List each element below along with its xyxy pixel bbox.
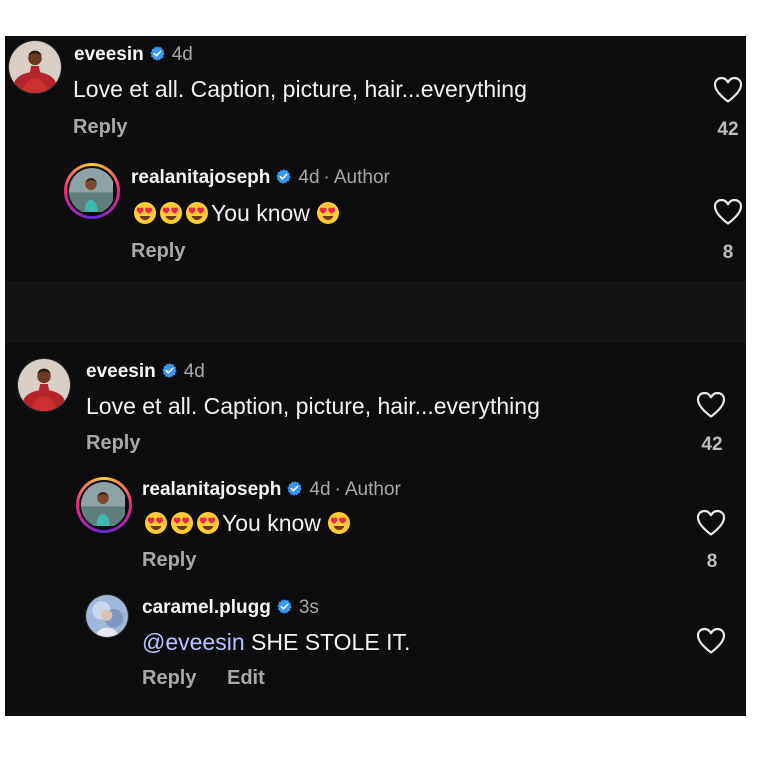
edit-button[interactable]: Edit xyxy=(227,667,265,690)
comment-header: caramel.plugg 3s xyxy=(142,597,319,619)
timestamp: 3s xyxy=(298,597,319,618)
verified-badge-icon xyxy=(161,362,178,379)
comment-thread-bottom: eveesin 4d Love et all. Caption, picture,… xyxy=(5,343,746,716)
avatar[interactable] xyxy=(8,40,62,94)
mention-link[interactable]: @eveesin xyxy=(142,629,245,655)
heart-eyes-emoji xyxy=(144,511,168,535)
verified-badge-icon xyxy=(275,168,292,185)
comment-header: realanitajoseph 4d · Author xyxy=(142,479,401,500)
reply-button[interactable]: Reply xyxy=(131,240,185,263)
comment-text: You know xyxy=(133,200,342,227)
heart-outline-icon[interactable] xyxy=(696,391,726,419)
comment-text-body: SHE STOLE IT. xyxy=(251,629,411,655)
author-label: Author xyxy=(333,167,390,188)
avatar-image xyxy=(69,168,113,212)
avatar[interactable] xyxy=(17,358,71,412)
comment-text: Love et all. Caption, picture, hair...ev… xyxy=(86,393,540,419)
comment-header: realanitajoseph 4d · Author xyxy=(131,167,390,188)
comment-header: eveesin 4d xyxy=(74,44,193,66)
like-count[interactable]: 42 xyxy=(692,434,732,456)
heart-eyes-emoji xyxy=(185,201,209,225)
reply-button[interactable]: Reply xyxy=(73,116,127,139)
timestamp: 4d xyxy=(183,361,205,382)
username[interactable]: eveesin xyxy=(86,361,156,382)
heart-outline-icon[interactable] xyxy=(696,509,726,537)
reply-button[interactable]: Reply xyxy=(142,549,196,572)
comment-text-body: You know xyxy=(222,510,321,536)
avatar-image xyxy=(9,41,61,93)
heart-eyes-emoji xyxy=(327,511,351,535)
username[interactable]: realanitajoseph xyxy=(131,167,270,188)
comment-header: eveesin 4d xyxy=(86,361,205,383)
heart-eyes-emoji xyxy=(170,511,194,535)
heart-outline-icon[interactable] xyxy=(713,76,743,104)
verified-badge-icon xyxy=(276,598,293,615)
avatar[interactable] xyxy=(76,477,132,533)
avatar[interactable] xyxy=(85,594,129,638)
comment-text: @eveesin SHE STOLE IT. xyxy=(142,629,410,656)
username[interactable]: realanitajoseph xyxy=(142,479,281,500)
timestamp: 4d xyxy=(298,167,320,188)
avatar-image xyxy=(86,595,128,637)
like-count[interactable]: 8 xyxy=(708,242,748,264)
heart-eyes-emoji xyxy=(196,511,220,535)
timestamp: 4d xyxy=(171,44,193,65)
heart-eyes-emoji xyxy=(159,201,183,225)
heart-outline-icon[interactable] xyxy=(713,198,743,226)
divider-band xyxy=(5,281,746,343)
author-label: Author xyxy=(344,479,401,500)
comment-text-body: You know xyxy=(211,200,310,226)
comment-text: Love et all. Caption, picture, hair...ev… xyxy=(73,76,527,102)
comment-thread-top: eveesin 4d Love et all. Caption, picture,… xyxy=(5,36,746,281)
like-count[interactable]: 8 xyxy=(692,551,732,573)
username[interactable]: caramel.plugg xyxy=(142,597,271,618)
comment-text: You know xyxy=(144,510,353,537)
timestamp: 4d xyxy=(309,479,331,500)
avatar-image xyxy=(18,359,70,411)
avatar-image xyxy=(81,482,125,526)
verified-badge-icon xyxy=(286,480,303,497)
verified-badge-icon xyxy=(149,45,166,62)
avatar[interactable] xyxy=(64,163,120,219)
heart-outline-icon[interactable] xyxy=(696,627,726,655)
heart-eyes-emoji xyxy=(133,201,157,225)
heart-eyes-emoji xyxy=(316,201,340,225)
reply-button[interactable]: Reply xyxy=(86,432,140,455)
reply-button[interactable]: Reply xyxy=(142,667,196,690)
like-count[interactable]: 42 xyxy=(708,119,748,141)
username[interactable]: eveesin xyxy=(74,44,144,65)
